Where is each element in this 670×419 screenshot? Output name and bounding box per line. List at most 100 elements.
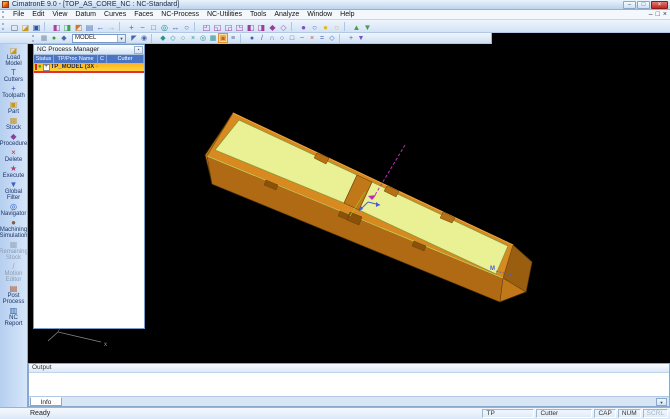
sidebar-item-delete[interactable]: ×Delete [0,148,28,163]
redo-icon[interactable]: → [106,21,117,32]
active-ucs-icon[interactable]: ▣ [218,33,228,43]
menu-item-nc-utilities[interactable]: NC-Utilities [203,10,246,20]
quick-pick-icon[interactable]: ◉ [139,33,149,43]
light-icon[interactable]: ● [320,21,331,32]
circle-icon[interactable]: ○ [277,33,287,43]
spline-icon[interactable]: ~ [297,33,307,43]
mdi-close-button[interactable]: × [663,10,667,20]
display-filter-icon[interactable]: ● [49,33,59,43]
view-back-icon[interactable]: ◳ [234,21,245,32]
output-scroll-button[interactable]: ▼ [656,398,667,406]
menu-item-nc-process[interactable]: NC-Process [157,10,203,20]
zoom-window-icon[interactable]: □ [148,21,159,32]
wireframe-icon[interactable]: ○ [309,21,320,32]
snap-grid-icon[interactable]: ▦ [208,33,218,43]
undo-icon[interactable]: ← [95,21,106,32]
save-icon[interactable]: ▣ [31,21,42,32]
view-left-icon[interactable]: ◧ [245,21,256,32]
close-button[interactable]: × [651,1,668,9]
menu-item-window[interactable]: Window [303,10,336,20]
menu-item-view[interactable]: View [48,10,71,20]
line-icon[interactable]: / [257,33,267,43]
nc-column-c[interactable]: C [98,55,107,63]
mirror-icon[interactable]: ◇ [327,33,337,43]
sidebar-item-cutters[interactable]: TCutters [0,68,28,83]
snap-center-icon[interactable]: ○ [178,33,188,43]
model-3d[interactable] [205,113,532,302]
offset-icon[interactable]: = [317,33,327,43]
nc-panel-menu-button[interactable]: ▪ [134,46,143,54]
sidebar-item-part[interactable]: ▣Part [0,100,28,115]
toolbar1-grip[interactable] [2,23,6,30]
sidebar-item-execute[interactable]: ★Execute [0,164,28,179]
menu-item-datum[interactable]: Datum [71,10,100,20]
view-rotate-icon[interactable]: ◇ [278,21,289,32]
snap-quadrant-icon[interactable]: ◎ [198,33,208,43]
cimatron-part-icon[interactable]: ◧ [51,21,62,32]
menu-item-faces[interactable]: Faces [130,10,157,20]
new-document-icon[interactable]: ▢ [9,21,20,32]
output-content[interactable] [29,373,669,396]
tab-info[interactable]: Info [30,397,62,406]
toolbar2-grip[interactable] [32,35,36,42]
view-iso-icon[interactable]: ◆ [267,21,278,32]
snap-midpoint-icon[interactable]: ◇ [168,33,178,43]
view-top-icon[interactable]: ◰ [201,21,212,32]
sidebar-item-navigator[interactable]: ◎Navigator [0,202,28,217]
arc-icon[interactable]: ∩ [267,33,277,43]
menu-item-file[interactable]: File [9,10,28,20]
view-front-icon[interactable]: ◲ [223,21,234,32]
set-filter-icon[interactable]: ◆ [59,33,69,43]
mdi-restore-button[interactable]: □ [656,10,660,20]
spotlight-icon[interactable]: ○ [331,21,342,32]
chevron-down-icon[interactable]: ▼ [117,35,125,42]
app-logo-icon[interactable] [2,1,9,8]
nc-column-tp-proc-name[interactable]: TP/Proc Name [54,55,98,63]
minimize-button[interactable]: – [623,1,636,9]
screen-capture-icon[interactable]: ▤ [84,21,95,32]
menu-item-analyze[interactable]: Analyze [270,10,303,20]
measure-icon[interactable]: + [346,33,356,43]
nc-column-status[interactable]: Status [34,55,54,63]
zoom-fit-icon[interactable]: ◎ [159,21,170,32]
sidebar-item-load-model[interactable]: ◪Load Model [0,46,28,67]
rectangle-icon[interactable]: □ [287,33,297,43]
nc-column-cutter[interactable]: Cutter [107,55,144,63]
color-picker-icon[interactable]: ▼ [356,33,366,43]
show-hide-icon[interactable]: ▦ [39,33,49,43]
redraw-icon[interactable]: ▲ [351,21,362,32]
zoom-out-icon[interactable]: − [137,21,148,32]
layer-manager-icon[interactable]: ≡ [228,33,238,43]
sidebar-item-procedure[interactable]: ◆Procedure [0,132,28,147]
menu-item-edit[interactable]: Edit [28,10,48,20]
trim-icon[interactable]: × [307,33,317,43]
cimatron-assembly-icon[interactable]: ◨ [62,21,73,32]
menu-item-curves[interactable]: Curves [100,10,130,20]
sidebar-item-machining-simulation[interactable]: ●Machining Simulation [0,218,28,239]
point-icon[interactable]: ● [247,33,257,43]
open-folder-icon[interactable]: ◪ [20,21,31,32]
view-right-icon[interactable]: ◨ [256,21,267,32]
expand-icon[interactable]: + [43,64,50,71]
sidebar-item-post-process[interactable]: ▤Post Process [0,284,28,305]
pan-icon[interactable]: ↔ [170,21,181,32]
sidebar-item-global-filter[interactable]: ▼Global Filter [0,180,28,201]
regen-icon[interactable]: ▼ [362,21,373,32]
sidebar-item-nc-report[interactable]: ▥NC Report [0,306,28,327]
sidebar-item-stock[interactable]: ▦Stock [0,116,28,131]
model-combo[interactable]: MODEL ▼ [72,34,126,43]
menu-grip[interactable] [2,11,6,18]
snap-intersection-icon[interactable]: × [188,33,198,43]
output-panel-header[interactable]: Output [29,364,669,373]
dynamic-rotate-icon[interactable]: ○ [181,21,192,32]
shading-icon[interactable]: ● [298,21,309,32]
sidebar-item-toolpath[interactable]: +Toolpath [0,84,28,99]
mdi-minimize-button[interactable]: – [649,10,653,20]
select-pick-icon[interactable]: ◤ [129,33,139,43]
cimatron-drawing-icon[interactable]: ◩ [73,21,84,32]
menu-item-tools[interactable]: Tools [246,10,270,20]
snap-endpoint-icon[interactable]: ◆ [158,33,168,43]
menu-item-help[interactable]: Help [336,10,358,20]
nc-process-row[interactable]: ● + TP_MODEL (3X ● [34,63,144,73]
zoom-in-icon[interactable]: + [126,21,137,32]
